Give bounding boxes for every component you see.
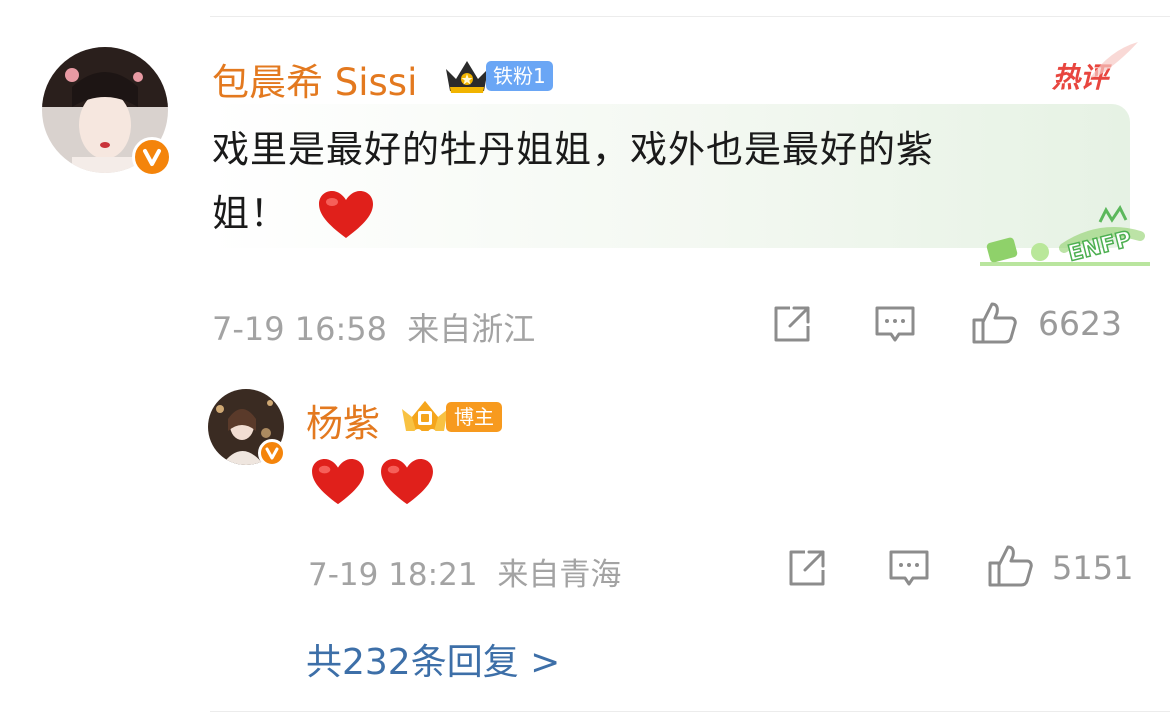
- feather-icon: [1090, 42, 1138, 78]
- comment-text-line2-text: 姐！: [212, 192, 288, 235]
- bottom-divider: [210, 711, 1170, 712]
- comment-text-line2: 姐！: [212, 182, 1082, 246]
- top-divider: [210, 16, 1170, 17]
- replier-username[interactable]: 杨紫: [306, 393, 380, 447]
- comment-text: 戏里是最好的牡丹姐姐，戏外也是最好的紫 姐！: [212, 118, 1082, 246]
- red-heart-emoji: [381, 458, 434, 505]
- verified-v-icon: [143, 149, 161, 166]
- comment-icon[interactable]: [872, 302, 918, 346]
- blogger-badge-label: 博主: [446, 402, 502, 432]
- fan-badge[interactable]: 铁粉1: [442, 55, 553, 97]
- share-icon[interactable]: [785, 546, 829, 590]
- fan-badge-label: 铁粉1: [486, 61, 553, 91]
- avatar-commenter[interactable]: [42, 47, 172, 177]
- comment-icon[interactable]: [886, 546, 932, 590]
- comment-meta: 7-19 16:58 来自浙江: [212, 304, 535, 350]
- avatar-replier[interactable]: [208, 389, 286, 467]
- comment-like-count: 6623: [1038, 304, 1122, 343]
- view-all-replies-link[interactable]: 共232条回复 >: [306, 633, 560, 685]
- thumbs-up-icon[interactable]: [986, 543, 1034, 589]
- blogger-badge[interactable]: 博主: [398, 397, 502, 437]
- replier-verified-badge: [258, 439, 286, 467]
- reply-text: [310, 458, 435, 508]
- share-icon[interactable]: [770, 302, 814, 346]
- comment-timestamp: 7-19 16:58: [212, 310, 388, 348]
- red-heart-emoji: [318, 190, 373, 238]
- commenter-username[interactable]: 包晨希 Sissi: [212, 52, 417, 106]
- reply-like-count: 5151: [1052, 549, 1134, 587]
- verified-badge: [132, 137, 172, 177]
- verified-v-icon: [265, 447, 279, 460]
- crown-icon: [402, 401, 448, 437]
- comment-text-line1: 戏里是最好的牡丹姐姐，戏外也是最好的紫: [212, 128, 934, 171]
- enfp-stamp: ENFP: [980, 205, 1150, 268]
- crown-icon: [446, 61, 488, 93]
- thumbs-up-icon[interactable]: [970, 300, 1018, 346]
- red-heart-emoji: [312, 458, 364, 505]
- reply-meta: 7-19 18:21 来自青海: [308, 549, 621, 594]
- reply-timestamp: 7-19 18:21: [308, 557, 478, 593]
- reply-location: 来自青海: [497, 557, 622, 593]
- comment-location: 来自浙江: [407, 310, 536, 348]
